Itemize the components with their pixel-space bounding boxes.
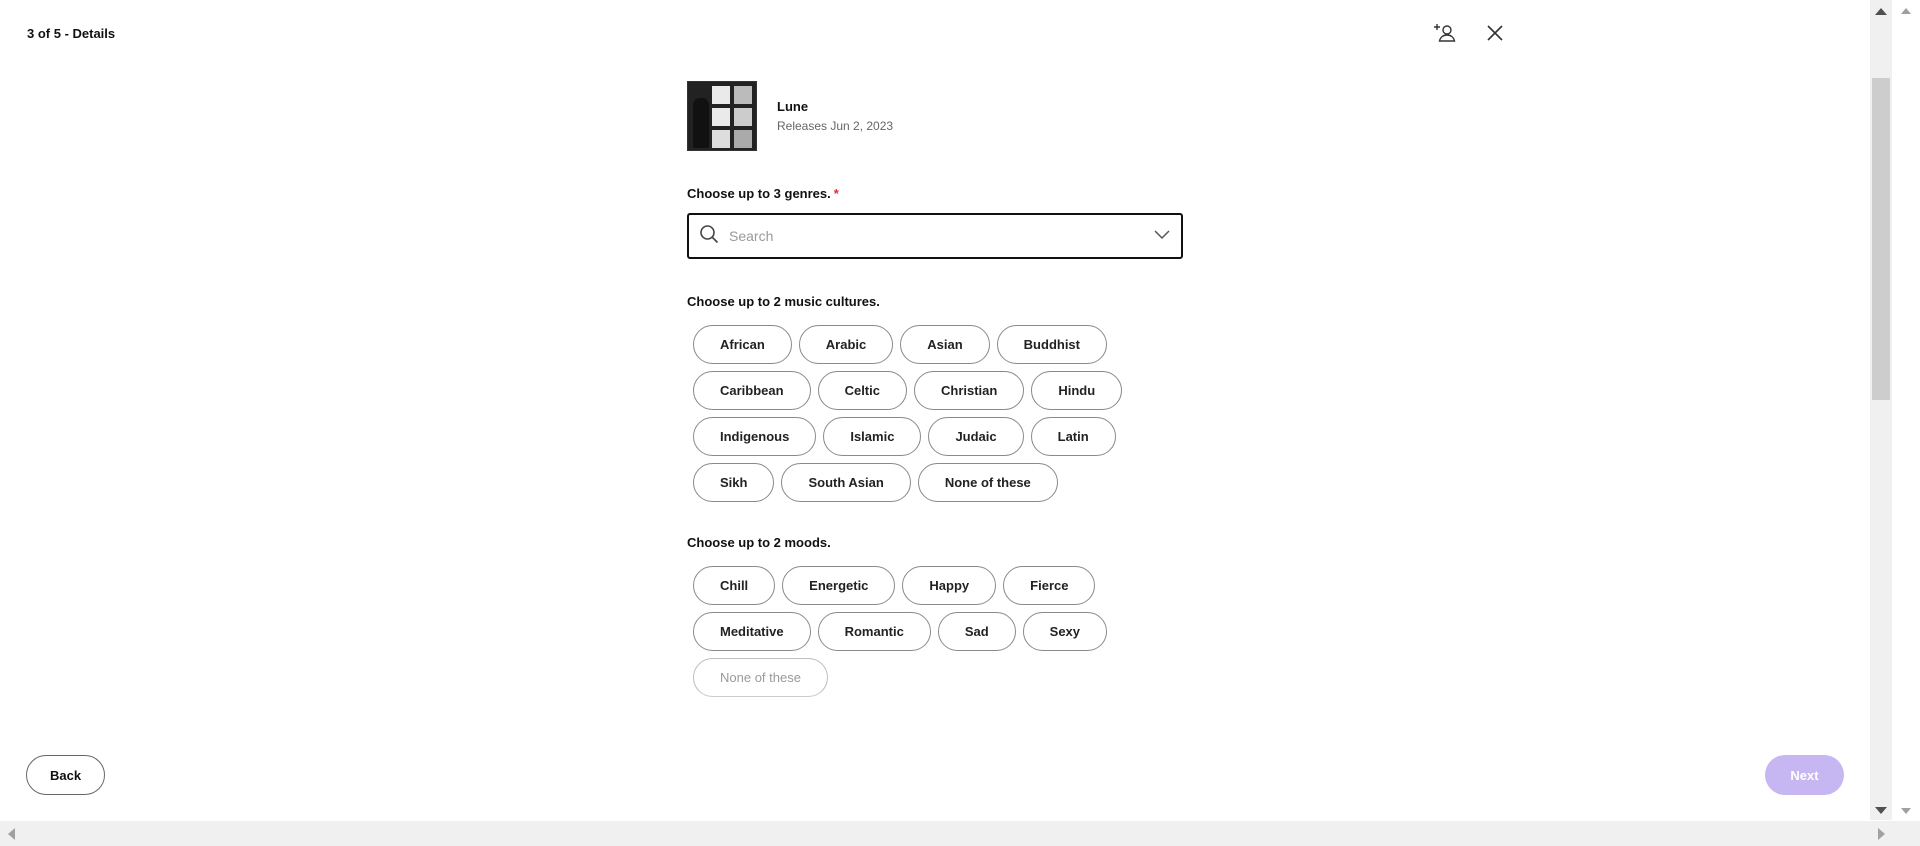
close-icon[interactable] — [1484, 22, 1506, 44]
required-marker: * — [833, 186, 839, 201]
culture-chip-islamic[interactable]: Islamic — [823, 417, 922, 456]
outer-scroll-up-arrow-icon[interactable] — [1901, 8, 1911, 14]
scrollbar-thumb[interactable] — [1872, 78, 1890, 400]
genre-search-box[interactable] — [687, 213, 1183, 259]
header-actions — [1434, 22, 1506, 44]
culture-chip-buddhist[interactable]: Buddhist — [996, 325, 1107, 364]
mood-chip-sad[interactable]: Sad — [937, 612, 1016, 651]
culture-chip-caribbean[interactable]: Caribbean — [693, 371, 811, 410]
culture-chip-judaic[interactable]: Judaic — [928, 417, 1024, 456]
mood-chip-happy[interactable]: Happy — [902, 566, 997, 605]
scroll-left-arrow-icon[interactable] — [8, 828, 15, 840]
culture-chip-christian[interactable]: Christian — [913, 371, 1025, 410]
next-button[interactable]: Next — [1765, 755, 1844, 795]
mood-chip-romantic[interactable]: Romantic — [817, 612, 931, 651]
album-cover — [687, 81, 757, 151]
genres-label: Choose up to 3 genres. * — [687, 186, 1183, 201]
mood-chips: Chill Energetic Happy Fierce Meditative … — [687, 566, 1147, 697]
mood-chip-chill[interactable]: Chill — [693, 566, 776, 605]
culture-chip-hindu[interactable]: Hindu — [1031, 371, 1123, 410]
mood-chip-sexy[interactable]: Sexy — [1022, 612, 1108, 651]
release-date: Releases Jun 2, 2023 — [777, 119, 894, 133]
horizontal-scrollbar[interactable] — [0, 821, 1920, 846]
culture-chip-none[interactable]: None of these — [917, 463, 1058, 502]
release-summary: Lune Releases Jun 2, 2023 — [687, 81, 1183, 151]
moods-label: Choose up to 2 moods. — [687, 535, 831, 550]
mood-chip-fierce[interactable]: Fierce — [1003, 566, 1096, 605]
culture-chip-african[interactable]: African — [693, 325, 792, 364]
add-user-icon[interactable] — [1434, 22, 1456, 44]
mood-chip-none[interactable]: None of these — [693, 658, 828, 697]
mood-chip-energetic[interactable]: Energetic — [782, 566, 896, 605]
culture-chip-arabic[interactable]: Arabic — [798, 325, 894, 364]
culture-chip-indigenous[interactable]: Indigenous — [693, 417, 817, 456]
genre-search-input[interactable] — [729, 228, 1153, 244]
culture-chips: African Arabic Asian Buddhist Caribbean … — [687, 325, 1147, 502]
search-icon — [699, 224, 719, 249]
culture-chip-celtic[interactable]: Celtic — [817, 371, 907, 410]
footer-bar — [0, 712, 1870, 820]
scroll-up-arrow-icon[interactable] — [1875, 8, 1887, 15]
culture-chip-asian[interactable]: Asian — [900, 325, 990, 364]
outer-scroll-down-arrow-icon[interactable] — [1901, 808, 1911, 814]
back-button[interactable]: Back — [26, 755, 106, 795]
outer-vertical-scrollbar[interactable] — [1892, 0, 1920, 820]
cultures-label: Choose up to 2 music cultures. — [687, 294, 880, 309]
chevron-down-icon[interactable] — [1153, 227, 1171, 245]
genres-label-text: Choose up to 3 genres. — [687, 186, 831, 201]
culture-chip-latin[interactable]: Latin — [1030, 417, 1116, 456]
details-form: Lune Releases Jun 2, 2023 Choose up to 3… — [687, 81, 1183, 697]
release-name: Lune — [777, 99, 809, 114]
scroll-down-arrow-icon[interactable] — [1875, 807, 1887, 814]
step-title: 3 of 5 - Details — [27, 26, 116, 41]
mood-chip-meditative[interactable]: Meditative — [693, 612, 811, 651]
culture-chip-south-asian[interactable]: South Asian — [781, 463, 911, 502]
scroll-right-arrow-icon[interactable] — [1878, 828, 1885, 840]
culture-chip-sikh[interactable]: Sikh — [693, 463, 775, 502]
vertical-scrollbar[interactable] — [1870, 0, 1892, 820]
